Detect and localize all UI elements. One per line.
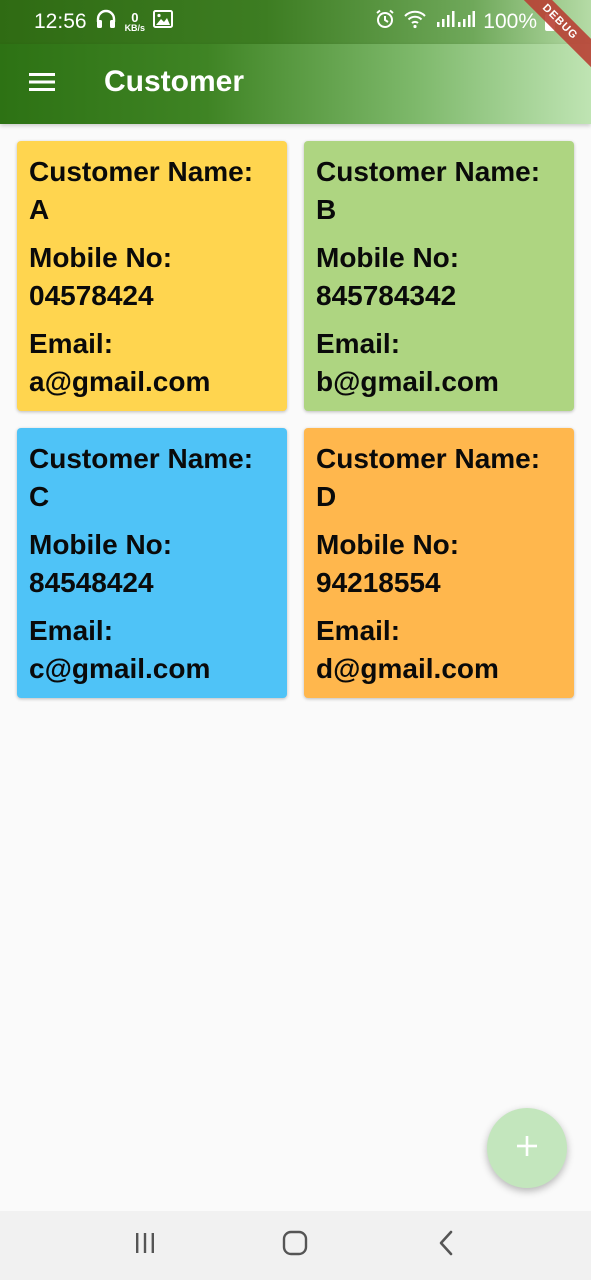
mobile-field: Mobile No: 04578424 [29, 239, 275, 315]
customer-name-label: Customer Name: [29, 443, 254, 474]
menu-button[interactable] [22, 64, 62, 104]
customer-name-value: B [316, 194, 337, 225]
back-icon [438, 1230, 454, 1261]
customer-name-field: Customer Name: B [316, 153, 562, 229]
back-button[interactable] [416, 1216, 476, 1276]
mobile-label: Mobile No: [316, 242, 460, 273]
add-customer-button[interactable] [487, 1108, 567, 1188]
app-bar: Customer [0, 44, 591, 124]
email-field: Email: a@gmail.com [29, 325, 275, 401]
mobile-value: 94218554 [316, 567, 441, 598]
mobile-label: Mobile No: [316, 529, 460, 560]
mobile-field: Mobile No: 94218554 [316, 526, 562, 602]
status-right: 100% [375, 9, 555, 35]
email-value: b@gmail.com [316, 366, 499, 397]
recent-apps-button[interactable] [115, 1216, 175, 1276]
mobile-field: Mobile No: 84548424 [29, 526, 275, 602]
email-value: d@gmail.com [316, 653, 499, 684]
net-speed-value: 0 [131, 9, 139, 25]
system-nav-bar [0, 1211, 591, 1280]
wifi-icon [403, 9, 427, 35]
email-field: Email: b@gmail.com [316, 325, 562, 401]
status-time: 12:56 [34, 10, 87, 33]
screen: 12:56 0 KB/s 100% DEBUG Customer Custome… [0, 0, 591, 1280]
home-icon [282, 1230, 308, 1261]
home-button[interactable] [265, 1216, 325, 1276]
customer-name-value: C [29, 481, 50, 512]
customer-grid: Customer Name: A Mobile No: 04578424 Ema… [17, 141, 574, 698]
image-icon [153, 10, 174, 34]
recent-apps-icon [133, 1232, 157, 1259]
plus-icon [515, 1134, 539, 1163]
mobile-value: 04578424 [29, 280, 154, 311]
mobile-value: 84548424 [29, 567, 154, 598]
email-field: Email: c@gmail.com [29, 612, 275, 688]
mobile-label: Mobile No: [29, 529, 173, 560]
customer-card[interactable]: Customer Name: D Mobile No: 94218554 Ema… [304, 428, 574, 698]
email-value: a@gmail.com [29, 366, 211, 397]
hamburger-menu-icon [28, 71, 56, 98]
status-bar: 12:56 0 KB/s 100% [0, 0, 591, 44]
alarm-icon [375, 9, 395, 35]
customer-name-label: Customer Name: [29, 156, 254, 187]
email-label: Email: [29, 615, 114, 646]
email-label: Email: [316, 615, 401, 646]
status-left: 12:56 0 KB/s [34, 9, 174, 35]
customer-name-field: Customer Name: A [29, 153, 275, 229]
battery-percent: 100% [483, 10, 537, 33]
email-label: Email: [29, 328, 114, 359]
mobile-field: Mobile No: 845784342 [316, 239, 562, 315]
signal-icon [435, 10, 476, 34]
email-value: c@gmail.com [29, 653, 211, 684]
mobile-label: Mobile No: [29, 242, 173, 273]
mobile-value: 845784342 [316, 280, 457, 311]
page-title: Customer [104, 65, 245, 98]
customer-name-value: A [29, 194, 50, 225]
customer-name-field: Customer Name: D [316, 440, 562, 516]
customer-card[interactable]: Customer Name: C Mobile No: 84548424 Ema… [17, 428, 287, 698]
customer-name-value: D [316, 481, 337, 512]
customer-name-label: Customer Name: [316, 443, 541, 474]
customer-card[interactable]: Customer Name: B Mobile No: 845784342 Em… [304, 141, 574, 411]
email-field: Email: d@gmail.com [316, 612, 562, 688]
net-speed-unit: KB/s [124, 22, 146, 33]
headphones-icon [95, 9, 117, 35]
net-speed: 0 KB/s [124, 9, 146, 33]
email-label: Email: [316, 328, 401, 359]
customer-card[interactable]: Customer Name: A Mobile No: 04578424 Ema… [17, 141, 287, 411]
customer-name-field: Customer Name: C [29, 440, 275, 516]
customer-name-label: Customer Name: [316, 156, 541, 187]
